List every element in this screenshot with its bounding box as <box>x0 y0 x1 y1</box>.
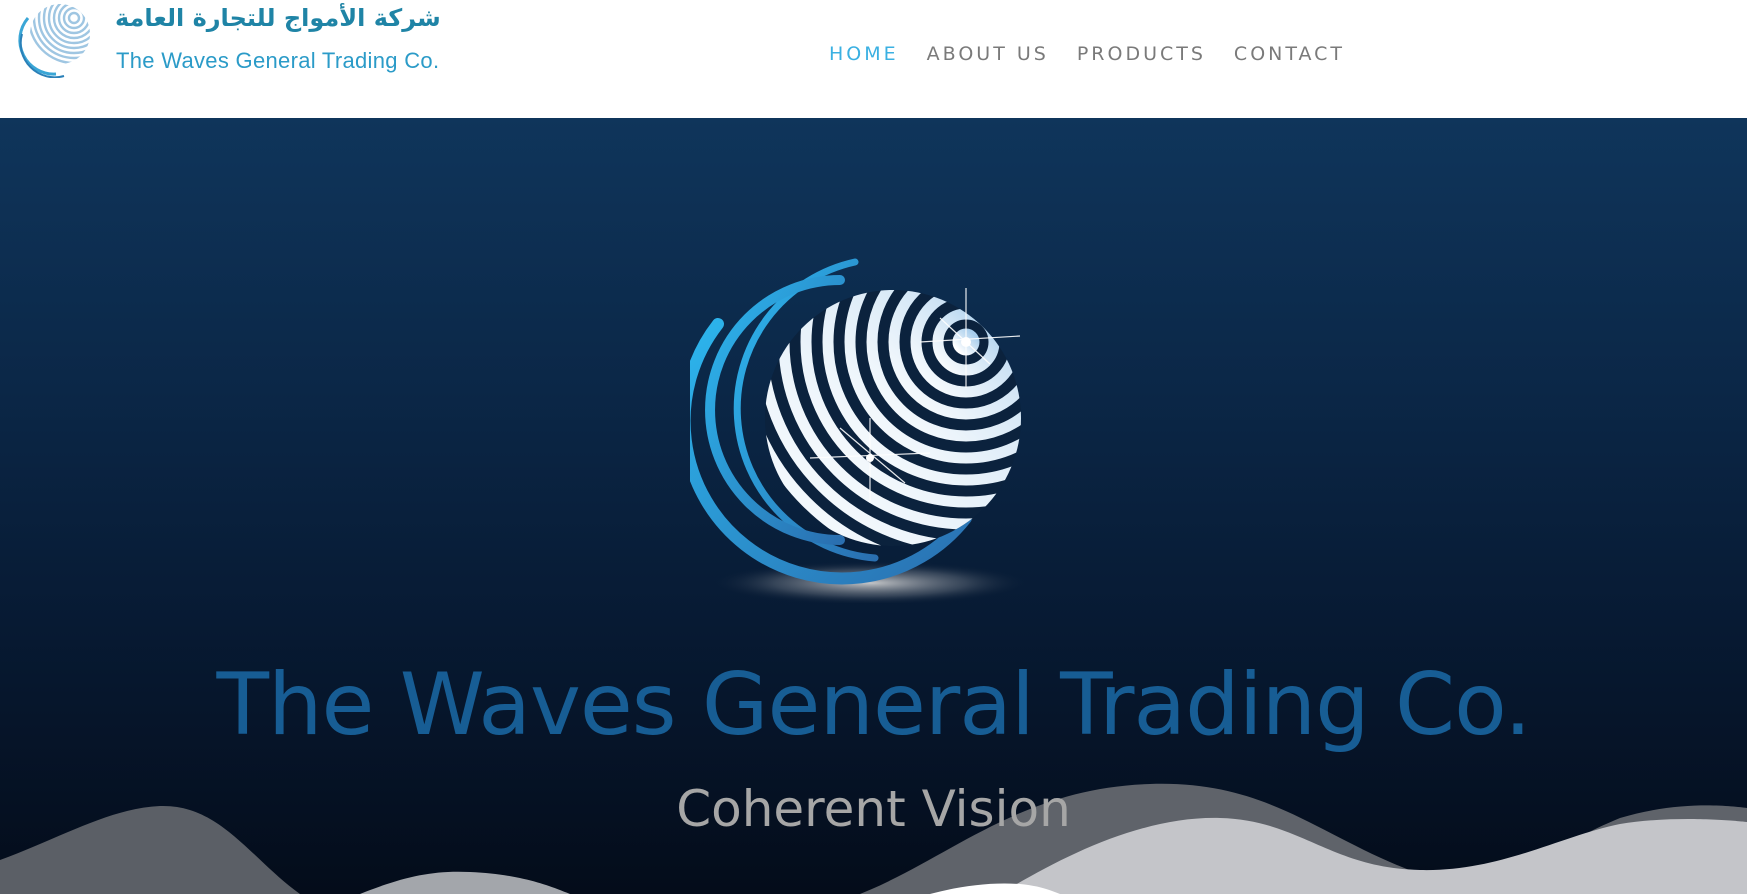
site-header: شركة الأمواج للتجارة العامة The Waves Ge… <box>0 0 1747 118</box>
main-nav: HOME ABOUT US PRODUCTS CONTACT <box>829 43 1373 73</box>
nav-contact[interactable]: CONTACT <box>1234 43 1345 73</box>
nav-products[interactable]: PRODUCTS <box>1077 43 1206 73</box>
striped-globe-logo-icon <box>690 258 1030 603</box>
hero-title: The Waves General Trading Co. <box>216 655 1531 755</box>
brand-logo-link[interactable]: شركة الأمواج للتجارة العامة The Waves Ge… <box>14 0 494 80</box>
nav-home[interactable]: HOME <box>829 43 899 73</box>
brand-name-arabic: شركة الأمواج للتجارة العامة <box>115 4 441 32</box>
nav-about-us[interactable]: ABOUT US <box>927 43 1049 73</box>
hero-subtitle: Coherent Vision <box>676 780 1071 838</box>
brand-name-english: The Waves General Trading Co. <box>116 48 440 73</box>
wave-globe-icon <box>18 4 90 78</box>
hero-section: The Waves General Trading Co. Coherent V… <box>0 118 1747 894</box>
